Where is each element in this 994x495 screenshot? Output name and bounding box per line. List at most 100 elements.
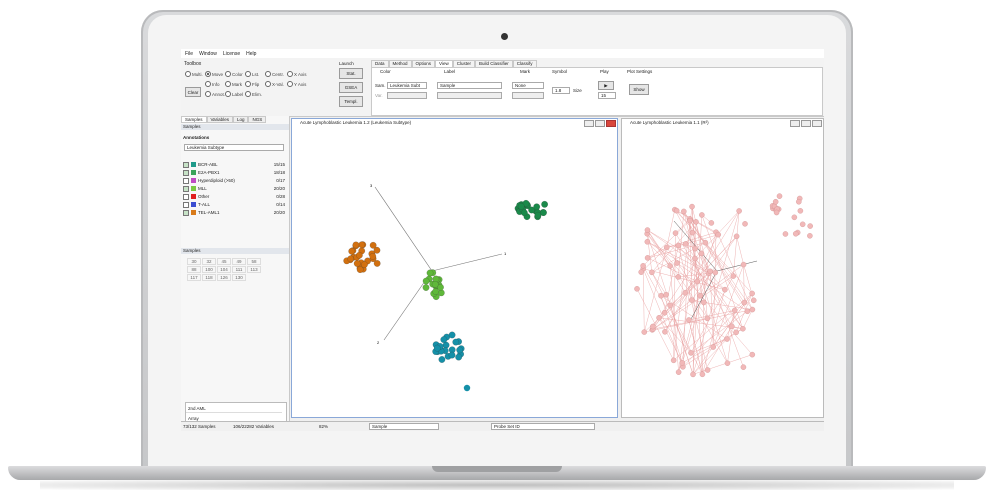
network-node[interactable] bbox=[673, 207, 680, 214]
sample-point[interactable] bbox=[440, 336, 448, 343]
radio-label[interactable]: Label bbox=[225, 91, 243, 97]
network-node[interactable] bbox=[807, 223, 813, 229]
color-select[interactable]: Leukemia Subt bbox=[387, 82, 427, 89]
radio-mark[interactable]: Mark bbox=[225, 81, 242, 87]
show-button[interactable]: Show bbox=[629, 84, 649, 95]
sample-point[interactable] bbox=[356, 251, 363, 259]
network-node[interactable] bbox=[731, 307, 738, 314]
network-node[interactable] bbox=[724, 360, 731, 366]
network-node[interactable] bbox=[797, 208, 804, 214]
radio-info[interactable]: Info bbox=[205, 81, 220, 87]
network-node[interactable] bbox=[667, 302, 673, 309]
network-node[interactable] bbox=[773, 209, 780, 216]
sample-point[interactable] bbox=[422, 277, 430, 285]
sample-point[interactable] bbox=[456, 346, 463, 354]
plot-window-1[interactable]: Acute Lymphoblastic Leukemia 1.2 (Leukem… bbox=[291, 118, 618, 418]
sample-cell[interactable]: 45 bbox=[217, 258, 231, 265]
sample-cell[interactable]: 117 bbox=[187, 274, 201, 281]
sample-point[interactable] bbox=[463, 384, 471, 392]
network-node[interactable] bbox=[782, 231, 789, 237]
sample-cell[interactable]: 100 bbox=[202, 266, 216, 273]
annotation-row[interactable]: E2A-PBX1 18/18 bbox=[183, 169, 287, 176]
menu-window[interactable]: Window bbox=[199, 51, 217, 57]
network-node[interactable] bbox=[730, 273, 737, 279]
sample-point[interactable] bbox=[452, 338, 460, 346]
annotation-row[interactable]: T-ALL 0/14 bbox=[183, 201, 287, 208]
sample-point[interactable] bbox=[448, 331, 456, 339]
network-node[interactable] bbox=[744, 308, 751, 315]
network-node[interactable] bbox=[641, 329, 648, 335]
sample-point[interactable] bbox=[533, 203, 540, 211]
network-node[interactable] bbox=[722, 286, 728, 293]
annotation-select[interactable]: Leukemia Subtype bbox=[184, 144, 284, 151]
network-node[interactable] bbox=[692, 245, 698, 252]
annotation-checkbox[interactable] bbox=[183, 169, 189, 176]
network-node[interactable] bbox=[701, 299, 707, 306]
status-probe-select[interactable]: Probe Set ID bbox=[491, 423, 595, 430]
gsea-button[interactable]: GSEA bbox=[339, 82, 363, 93]
network-node[interactable] bbox=[650, 323, 656, 330]
network-node[interactable] bbox=[807, 233, 813, 239]
sample-point[interactable] bbox=[521, 209, 528, 217]
network-node[interactable] bbox=[749, 351, 756, 358]
sample-cell[interactable]: 130 bbox=[232, 274, 246, 281]
network-node[interactable] bbox=[675, 274, 682, 280]
network-node[interactable] bbox=[749, 290, 755, 297]
sample-point[interactable] bbox=[353, 260, 361, 267]
network-node[interactable] bbox=[663, 291, 669, 298]
mark-select[interactable]: None bbox=[512, 82, 544, 89]
network-node[interactable] bbox=[664, 244, 670, 251]
label-variable-select[interactable] bbox=[437, 92, 502, 99]
network-node[interactable] bbox=[704, 315, 711, 322]
network-node[interactable] bbox=[772, 199, 779, 205]
network-node[interactable] bbox=[644, 227, 651, 233]
sample-cell[interactable]: 113 bbox=[247, 266, 261, 273]
sample-point[interactable] bbox=[348, 247, 356, 255]
network-node[interactable] bbox=[689, 229, 696, 236]
property-row[interactable]: 2nd AML bbox=[186, 404, 282, 413]
tab-cluster[interactable]: Cluster bbox=[452, 60, 475, 67]
annotation-checkbox[interactable] bbox=[183, 185, 189, 192]
sample-point[interactable] bbox=[432, 288, 439, 295]
radio-xaxis[interactable]: X Axis bbox=[287, 71, 307, 77]
tab-data[interactable]: Data bbox=[371, 60, 389, 67]
plot-window-2[interactable]: Acute Lymphoblastic Leukemia 1.1 (R²) bbox=[621, 118, 824, 418]
radio-xval[interactable]: X-Val. bbox=[265, 81, 284, 87]
tab-options[interactable]: Options bbox=[411, 60, 436, 67]
network-node[interactable] bbox=[693, 219, 699, 225]
network-node[interactable] bbox=[799, 221, 806, 228]
network-node[interactable] bbox=[736, 208, 742, 214]
annotation-checkbox[interactable] bbox=[183, 201, 189, 208]
sample-cell[interactable]: 104 bbox=[217, 266, 231, 273]
radio-color[interactable]: Color bbox=[225, 71, 243, 77]
pca-plot-1[interactable]: 3 1 2 bbox=[292, 126, 617, 418]
network-node[interactable] bbox=[710, 344, 716, 350]
network-node[interactable] bbox=[649, 269, 655, 276]
network-node[interactable] bbox=[715, 231, 721, 238]
sample-point[interactable] bbox=[347, 255, 354, 263]
radio-multi[interactable]: Multi. bbox=[185, 71, 203, 77]
radio-lst[interactable]: Lst. bbox=[245, 71, 259, 77]
annotation-row[interactable]: Other 0/28 bbox=[183, 193, 287, 200]
network-node[interactable] bbox=[656, 315, 662, 321]
network-node[interactable] bbox=[796, 198, 802, 205]
sample-cell[interactable]: 111 bbox=[232, 266, 246, 273]
network-node[interactable] bbox=[699, 371, 706, 378]
sample-cell[interactable]: 58 bbox=[247, 258, 261, 265]
annotation-row[interactable]: Hyperdiploid (>50) 0/17 bbox=[183, 177, 287, 184]
network-node[interactable] bbox=[674, 260, 680, 266]
network-node[interactable] bbox=[692, 255, 698, 262]
clear-button[interactable]: Clear bbox=[185, 87, 201, 97]
annotation-checkbox[interactable] bbox=[183, 177, 189, 184]
network-node[interactable] bbox=[658, 292, 664, 299]
network-node[interactable] bbox=[749, 306, 756, 313]
network-node[interactable] bbox=[733, 329, 739, 336]
color-variable-select[interactable] bbox=[387, 92, 427, 99]
network-node[interactable] bbox=[740, 325, 746, 332]
network-plot-2[interactable] bbox=[622, 126, 823, 418]
network-node[interactable] bbox=[690, 371, 696, 378]
sample-point[interactable] bbox=[356, 266, 364, 273]
sample-point[interactable] bbox=[455, 353, 462, 361]
annotation-row[interactable]: BCR-ABL 15/15 bbox=[183, 161, 287, 168]
network-node[interactable] bbox=[681, 208, 687, 215]
